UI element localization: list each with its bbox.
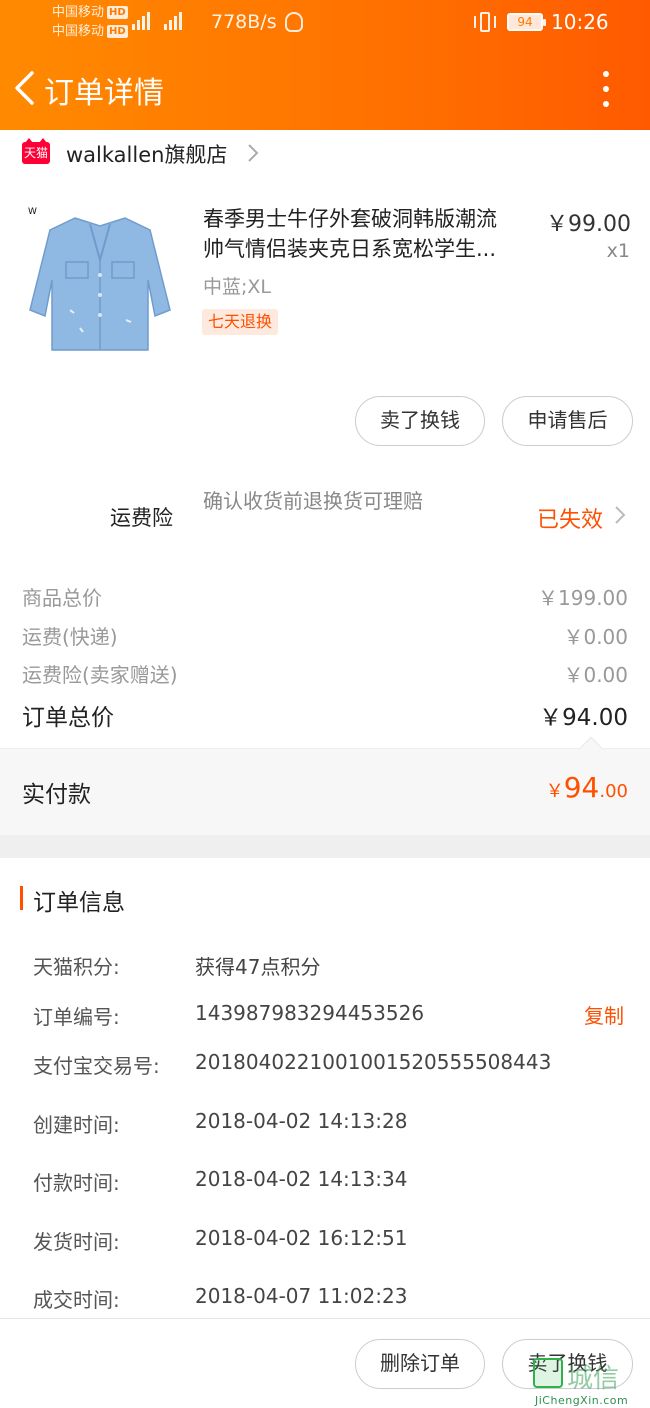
svg-text:W: W [28,207,37,217]
hd-badge: HD [107,25,128,38]
paid-amount-value: ￥94.00 [546,771,628,804]
more-vertical-icon[interactable] [598,71,614,107]
copy-order-number-button[interactable]: 复制 [584,1000,624,1029]
back-arrow-icon[interactable] [12,70,38,106]
product-quantity: x1 [606,240,630,262]
clock: 10:26 [551,10,609,34]
order-total-label: 订单总价 [22,705,114,731]
info-value: 2018-04-02 14:13:28 [195,1109,408,1133]
insurance-fee-label: 运费险(卖家赠送) [22,663,178,687]
info-label: 发货时间: [33,1230,120,1254]
goods-total-value: ￥199.00 [538,586,628,610]
goods-total-label: 商品总价 [22,586,102,610]
chevron-right-icon [248,144,259,162]
info-label: 成交时间: [33,1288,120,1312]
carrier-2: 中国移动 [52,24,105,39]
info-value: 2018-04-02 14:13:34 [195,1167,408,1191]
signal-icon [132,10,182,30]
shop-link[interactable]: 天猫 walkallen旗舰店 [0,130,650,178]
order-info-title: 订单信息 [33,890,125,916]
seven-day-return-badge: 七天退换 [202,309,279,335]
shipping-fee-label: 运费(快递) [22,625,118,649]
info-value: 2018-04-07 11:02:23 [195,1284,408,1308]
info-value: 2018-04-02 16:12:51 [195,1226,408,1250]
tmall-cat-icon: 天猫 [22,138,50,164]
nav-bar: 订单详情 [0,56,650,120]
paid-currency: ￥ [545,781,564,802]
info-label: 创建时间: [33,1113,120,1137]
watermark-text: 城信 [567,1364,620,1394]
delete-order-button[interactable]: 删除订单 [355,1339,485,1389]
info-value: 获得47点积分 [195,955,321,979]
product-image[interactable]: W [20,200,180,362]
paid-integer: 94 [563,771,600,804]
watermark-logo-icon [533,1358,563,1388]
page-title: 订单详情 [44,76,164,111]
product-price: ￥99.00 [546,212,631,237]
hd-badge: HD [107,6,128,19]
shipping-insurance-status[interactable]: 已失效 [537,502,603,534]
paid-amount-label: 实付款 [22,782,91,808]
info-label: 订单编号: [33,1005,120,1029]
net-speed: 778B/s [211,11,277,33]
qq-icon [285,12,303,32]
info-label: 天猫积分: [33,955,120,979]
info-value: 2018040221001001520555508443 [195,1050,552,1074]
resell-button[interactable]: 卖了换钱 [355,396,485,446]
paid-decimal: .00 [599,781,628,802]
carrier-1: 中国移动 [52,5,105,20]
product-sku: 中蓝;XL [203,276,272,298]
watermark-url: JiChengXin.com [535,1394,629,1407]
shipping-insurance-desc: 确认收货前退换货可理赔 [203,489,423,513]
order-number-value: 143987983294453526 [195,1001,425,1025]
status-bar: 中国移动 HD 中国移动 HD 778B/s 94 10:26 [0,0,650,44]
watermark: 城信 JiChengXin.com [533,1356,650,1408]
product-title-line1: 春季男士牛仔外套破洞韩版潮流 [203,207,497,231]
product-title[interactable]: 春季男士牛仔外套破洞韩版潮流 帅气情侣装夹克日系宽松学生... [203,204,533,264]
header: 中国移动 HD 中国移动 HD 778B/s 94 10:26 订单详情 [0,0,650,130]
order-total-value: ￥94.00 [539,705,628,731]
after-sale-button[interactable]: 申请售后 [502,396,633,446]
shipping-fee-value: ￥0.00 [563,625,628,649]
insurance-fee-value: ￥0.00 [563,663,628,687]
battery-icon: 94 [507,13,546,31]
chevron-right-icon[interactable] [613,504,627,526]
section-divider [0,835,650,858]
shipping-insurance-label: 运费险 [110,506,173,530]
product-title-line2: 帅气情侣装夹克日系宽松学生... [203,237,497,261]
vibrate-icon [474,12,496,32]
section-accent-bar [20,886,23,910]
info-label: 付款时间: [33,1171,120,1195]
info-label: 支付宝交易号: [33,1054,160,1078]
shop-name[interactable]: walkallen旗舰店 [66,139,227,169]
carrier-info: 中国移动 HD 中国移动 HD [52,3,128,41]
